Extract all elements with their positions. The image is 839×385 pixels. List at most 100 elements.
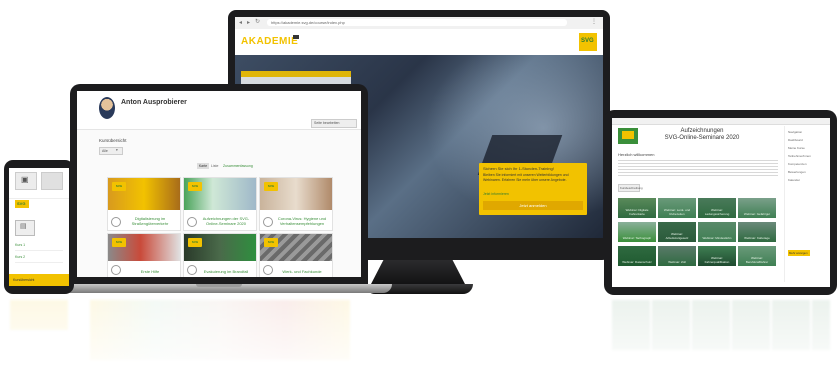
tablet-logo[interactable] — [618, 128, 638, 144]
avatar[interactable] — [99, 97, 115, 119]
chevron-down-icon: ▾ — [116, 148, 118, 152]
sidebar-item[interactable]: Meine Kurse — [788, 146, 805, 151]
phone-frame: ▣ SVG ▤ Kurs 1 Kurs 2 Kursübersicht — [4, 160, 74, 294]
image-icon: ▣ — [21, 175, 29, 184]
intro-text — [618, 158, 778, 176]
course-title[interactable]: Evakuierung im Brandfall — [198, 269, 254, 275]
address-bar[interactable]: https://akademie.svg.de/course/index.php — [267, 19, 567, 26]
forward-icon[interactable]: ▸ — [247, 19, 250, 26]
sidebar-item[interactable]: Kompetenzen — [788, 162, 807, 167]
course-card[interactable]: SVG Digitalisierung im Straßengüterverke… — [107, 177, 181, 231]
brand-logo[interactable]: SVG — [579, 33, 597, 51]
address-url: https://akademie.svg.de/course/index.php — [271, 20, 345, 25]
progress-circle-icon — [263, 265, 273, 275]
sidebar-more-button[interactable]: Mehr anzeigen — [788, 250, 810, 256]
phone-course-image-2 — [41, 172, 63, 190]
course-title[interactable]: Werk- und Fachkunde — [274, 269, 330, 275]
promo-link[interactable]: Jetzt informieren — [483, 192, 509, 196]
svg-badge: SVG — [264, 182, 278, 191]
webinar-tile-label: Webinar: Fahrerqualifikation — [704, 256, 730, 264]
site-logo[interactable]: AKADEMIE — [241, 36, 298, 47]
promo-title: Sichern Sie sich Ihr 1-Stunden-Training! — [483, 166, 554, 171]
course-card[interactable]: SVG Evakuierung im Brandfall — [183, 233, 257, 277]
tablet-title-line1: Aufzeichnungen — [680, 128, 724, 134]
webinar-tile-label: Webinar: Mindestlohn — [702, 235, 732, 240]
webinar-tile[interactable]: Webinar: Fahrerqualifikation — [698, 246, 736, 266]
phone-header: ▣ — [9, 168, 69, 199]
course-card[interactable]: SVG Werk- und Fachkunde — [259, 233, 333, 277]
tablet-frame: Aufzeichnungen SVG-Online-Seminare 2020 … — [604, 110, 837, 295]
webinar-tile[interactable]: Webinar: Ladungssicherung — [698, 198, 736, 218]
webinar-tile[interactable]: Webinar: Arbeitszeitgesetz — [658, 222, 696, 242]
tab-list[interactable]: Liste — [211, 163, 218, 169]
webinar-tile-label: Webinar: Berufskraftfahrer — [745, 256, 769, 264]
tablet-sidebar: Navigation Dashboard Meine Kurse Teilneh… — [784, 126, 829, 282]
course-title[interactable]: Erste Hilfe — [122, 269, 178, 275]
webinar-tile-label: Webinar: Lenk- und Ruhezeiten — [663, 208, 691, 216]
laptop-screen: Anton Ausprobierer Seite bearbeiten Kurs… — [77, 91, 361, 277]
promo-box: Sichern Sie sich Ihr 1-Stunden-Training!… — [479, 163, 587, 215]
welcome-heading: Herzlich willkommen — [618, 152, 655, 157]
phone-footer-bar: Kursübersicht — [9, 274, 69, 286]
phone-course-box: ▤ — [15, 220, 35, 236]
monitor-stand-neck — [370, 260, 466, 286]
sidebar-item[interactable]: Bewertungen — [788, 170, 806, 175]
course-title[interactable]: Aufzeichnungen der SVG-Online-Seminare 2… — [198, 216, 254, 226]
course-card[interactable]: SVG Erste Hilfe — [107, 233, 181, 277]
webinar-tile-label: Webinar: Digitale Fahrerkarte — [625, 208, 649, 216]
reload-icon[interactable]: ↻ — [255, 18, 260, 25]
progress-circle-icon — [263, 217, 273, 227]
list-item[interactable]: Kurs 1 — [15, 240, 63, 251]
tablet-screen: Aufzeichnungen SVG-Online-Seminare 2020 … — [612, 118, 830, 287]
tab-card[interactable]: Karte — [197, 163, 209, 169]
edit-page-button[interactable]: Seite bearbeiten — [311, 119, 357, 128]
edit-page-button-label: Seite bearbeiten — [314, 121, 340, 125]
document-icon: ▤ — [20, 223, 27, 230]
user-name: Anton Ausprobierer — [121, 99, 187, 106]
course-description-button[interactable]: Kursbeschreibung — [618, 184, 643, 192]
sidebar-item[interactable]: Teilnehmer/innen — [788, 154, 811, 159]
brand-logo-text: SVG — [581, 38, 594, 44]
course-card[interactable]: SVG Aufzeichnungen der SVG-Online-Semina… — [183, 177, 257, 231]
course-title[interactable]: Digitalisierung im Straßengüterverkehr — [122, 216, 178, 226]
webinar-tile[interactable]: Webinar: Mindestlohn — [698, 222, 736, 242]
logo-mark-icon — [293, 35, 299, 39]
promo-button[interactable]: Jetzt anmelden — [483, 201, 583, 210]
phone-course-image: ▣ — [15, 172, 37, 190]
webinar-tile-label: Webinar: Arbeitszeitgesetz — [665, 232, 689, 240]
svg-badge: SVG — [188, 238, 202, 247]
progress-circle-icon — [111, 265, 121, 275]
svg-badge: SVG — [264, 238, 278, 247]
progress-circle-icon — [187, 265, 197, 275]
menu-icon[interactable]: ⋮ — [591, 18, 597, 25]
svg-badge: SVG — [112, 238, 126, 247]
progress-circle-icon — [111, 217, 121, 227]
webinar-tile[interactable]: Webinar: Kabotage — [738, 222, 776, 242]
sidebar-item[interactable]: Dashboard — [788, 138, 803, 143]
sidebar-item[interactable]: Navigation — [788, 130, 802, 135]
filter-select[interactable]: Alle ▾ — [99, 147, 123, 155]
webinar-tile[interactable]: Webinar: Digitale Fahrerkarte — [618, 198, 656, 218]
tab-summary[interactable]: Zusammenfassung — [223, 163, 253, 169]
tablet-toolbar — [612, 118, 830, 125]
webinar-tile[interactable]: Webinar: Lenk- und Ruhezeiten — [658, 198, 696, 218]
phone-footer-label: Kursübersicht — [13, 278, 35, 282]
webinar-tile[interactable]: Webinar: Gefahrgut — [738, 198, 776, 218]
course-title[interactable]: Corona-Virus: Hygiene und Verhaltensempf… — [274, 216, 330, 226]
svg-badge: SVG — [188, 182, 202, 191]
webinar-tile[interactable]: Webinar: Berufskraftfahrer — [738, 246, 776, 266]
list-item[interactable]: Kurs 2 — [15, 252, 63, 263]
list-item-label: Kurs 1 — [15, 243, 26, 247]
laptop-lid: Anton Ausprobierer Seite bearbeiten Kurs… — [70, 84, 368, 284]
sidebar-item[interactable]: Kalender — [788, 178, 800, 183]
webinar-tile[interactable]: Webinar: Datenschutz — [618, 246, 656, 266]
webinar-tile[interactable]: Webinar: Tachograph — [618, 222, 656, 242]
webinar-tile[interactable]: Webinar: Zoll — [658, 246, 696, 266]
list-item-label: Kurs 2 — [15, 255, 26, 259]
svg-badge: SVG — [112, 182, 126, 191]
back-icon[interactable]: ◂ — [239, 19, 242, 26]
tablet-logo-inner — [622, 131, 634, 139]
tablet-title-line2: SVG-Online-Seminare 2020 — [664, 135, 740, 141]
course-card[interactable]: SVG Corona-Virus: Hygiene und Verhaltens… — [259, 177, 333, 231]
laptop-notch — [196, 284, 242, 287]
